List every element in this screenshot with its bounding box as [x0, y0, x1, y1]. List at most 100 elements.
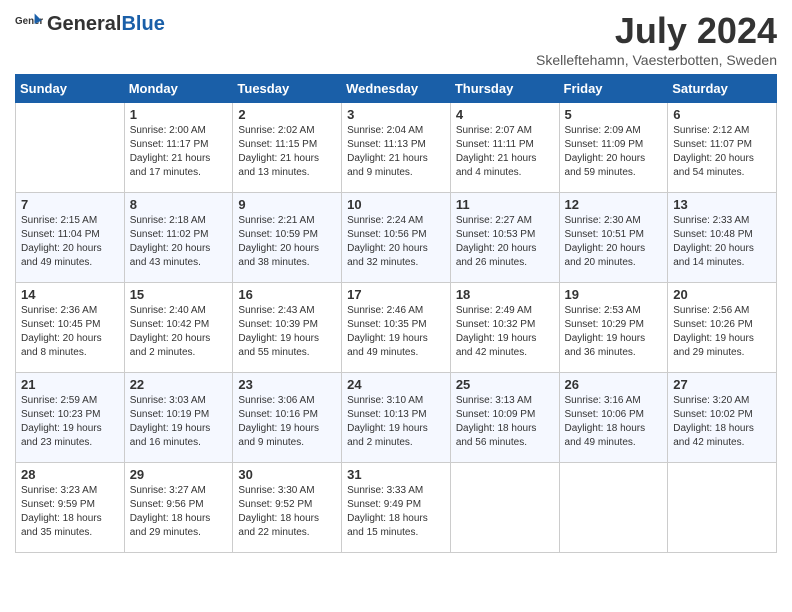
day-info: Sunrise: 2:36 AM Sunset: 10:45 PM Daylig…: [21, 304, 119, 360]
day-number: 18: [456, 287, 554, 302]
day-number: 3: [347, 107, 445, 122]
day-info: Sunrise: 2:07 AM Sunset: 11:11 PM Daylig…: [456, 124, 554, 180]
day-info: Sunrise: 3:27 AM Sunset: 9:56 PM Dayligh…: [130, 484, 228, 540]
day-info: Sunrise: 3:06 AM Sunset: 10:16 PM Daylig…: [238, 394, 336, 450]
table-row: 3 Sunrise: 2:04 AM Sunset: 11:13 PM Dayli…: [342, 103, 451, 193]
day-number: 9: [238, 197, 336, 212]
table-row: 31Sunrise: 3:33 AM Sunset: 9:49 PM Dayli…: [342, 463, 451, 553]
day-number: 23: [238, 377, 336, 392]
day-number: 8: [130, 197, 228, 212]
day-info: Sunrise: 2:56 AM Sunset: 10:26 PM Daylig…: [673, 304, 771, 360]
day-info: Sunrise: 2:33 AM Sunset: 10:48 PM Daylig…: [673, 214, 771, 270]
day-number: 21: [21, 377, 119, 392]
table-row: 5 Sunrise: 2:09 AM Sunset: 11:09 PM Dayli…: [559, 103, 668, 193]
table-row: 17Sunrise: 2:46 AM Sunset: 10:35 PM Dayl…: [342, 283, 451, 373]
table-row: 22 Sunrise: 3:03 AM Sunset: 10:19 PM Dayl…: [124, 373, 233, 463]
day-number: 20: [673, 287, 771, 302]
logo-icon: General: [15, 10, 43, 38]
calendar-table: Sunday Monday Tuesday Wednesday Thursday…: [15, 74, 777, 553]
location-title: Skelleftehamn, Vaesterbotten, Sweden: [536, 52, 777, 68]
table-row: 29 Sunrise: 3:27 AM Sunset: 9:56 PM Dayli…: [124, 463, 233, 553]
day-info: Sunrise: 3:33 AM Sunset: 9:49 PM Dayligh…: [347, 484, 445, 540]
table-row: 24 Sunrise: 3:10 AM Sunset: 10:13 PM Dayl…: [342, 373, 451, 463]
header-friday: Friday: [559, 75, 668, 103]
table-row: 23 Sunrise: 3:06 AM Sunset: 10:16 PM Dayl…: [233, 373, 342, 463]
day-number: 1: [130, 107, 228, 122]
day-info: Sunrise: 3:23 AM Sunset: 9:59 PM Dayligh…: [21, 484, 119, 540]
day-info: Sunrise: 2:30 AM Sunset: 10:51 PM Daylig…: [565, 214, 663, 270]
table-row: [450, 463, 559, 553]
table-row: 28 Sunrise: 3:23 AM Sunset: 9:59 PM Dayli…: [16, 463, 125, 553]
logo-general: General: [47, 13, 121, 35]
day-info: Sunrise: 3:20 AM Sunset: 10:02 PM Daylig…: [673, 394, 771, 450]
day-info: Sunrise: 2:04 AM Sunset: 11:13 PM Daylig…: [347, 124, 445, 180]
day-number: 24: [347, 377, 445, 392]
day-number: 6: [673, 107, 771, 122]
table-row: 27Sunrise: 3:20 AM Sunset: 10:02 PM Dayl…: [668, 373, 777, 463]
table-row: 11Sunrise: 2:27 AM Sunset: 10:53 PM Dayl…: [450, 193, 559, 283]
header-monday: Monday: [124, 75, 233, 103]
day-info: Sunrise: 2:18 AM Sunset: 11:02 PM Daylig…: [130, 214, 228, 270]
logo-blue: Blue: [121, 13, 164, 35]
day-number: 16: [238, 287, 336, 302]
week-row-5: 28 Sunrise: 3:23 AM Sunset: 9:59 PM Dayli…: [16, 463, 777, 553]
table-row: 16Sunrise: 2:43 AM Sunset: 10:39 PM Dayl…: [233, 283, 342, 373]
header-wednesday: Wednesday: [342, 75, 451, 103]
table-row: 1 Sunrise: 2:00 AM Sunset: 11:17 PM Dayli…: [124, 103, 233, 193]
table-row: 14 Sunrise: 2:36 AM Sunset: 10:45 PM Dayl…: [16, 283, 125, 373]
day-number: 5: [565, 107, 663, 122]
day-number: 2: [238, 107, 336, 122]
day-number: 25: [456, 377, 554, 392]
week-row-2: 7Sunrise: 2:15 AM Sunset: 11:04 PM Dayli…: [16, 193, 777, 283]
header-sunday: Sunday: [16, 75, 125, 103]
table-row: [16, 103, 125, 193]
logo: General GeneralBlue: [15, 10, 165, 38]
day-info: Sunrise: 3:13 AM Sunset: 10:09 PM Daylig…: [456, 394, 554, 450]
day-info: Sunrise: 2:12 AM Sunset: 11:07 PM Daylig…: [673, 124, 771, 180]
day-number: 4: [456, 107, 554, 122]
table-row: 18Sunrise: 2:49 AM Sunset: 10:32 PM Dayl…: [450, 283, 559, 373]
day-info: Sunrise: 3:16 AM Sunset: 10:06 PM Daylig…: [565, 394, 663, 450]
day-info: Sunrise: 2:02 AM Sunset: 11:15 PM Daylig…: [238, 124, 336, 180]
day-number: 17: [347, 287, 445, 302]
day-info: Sunrise: 3:30 AM Sunset: 9:52 PM Dayligh…: [238, 484, 336, 540]
day-number: 10: [347, 197, 445, 212]
day-number: 29: [130, 467, 228, 482]
day-number: 14: [21, 287, 119, 302]
table-row: 15 Sunrise: 2:40 AM Sunset: 10:42 PM Dayl…: [124, 283, 233, 373]
day-number: 11: [456, 197, 554, 212]
day-info: Sunrise: 3:03 AM Sunset: 10:19 PM Daylig…: [130, 394, 228, 450]
day-number: 15: [130, 287, 228, 302]
page-header: General GeneralBlue July 2024 Skellefteh…: [15, 10, 777, 68]
day-number: 22: [130, 377, 228, 392]
week-row-4: 21 Sunrise: 2:59 AM Sunset: 10:23 PM Dayl…: [16, 373, 777, 463]
table-row: 6 Sunrise: 2:12 AM Sunset: 11:07 PM Dayli…: [668, 103, 777, 193]
table-row: 7Sunrise: 2:15 AM Sunset: 11:04 PM Dayli…: [16, 193, 125, 283]
table-row: 26 Sunrise: 3:16 AM Sunset: 10:06 PM Dayl…: [559, 373, 668, 463]
week-row-3: 14 Sunrise: 2:36 AM Sunset: 10:45 PM Dayl…: [16, 283, 777, 373]
table-row: 12 Sunrise: 2:30 AM Sunset: 10:51 PM Dayl…: [559, 193, 668, 283]
day-number: 26: [565, 377, 663, 392]
day-info: Sunrise: 2:53 AM Sunset: 10:29 PM Daylig…: [565, 304, 663, 360]
day-info: Sunrise: 2:24 AM Sunset: 10:56 PM Daylig…: [347, 214, 445, 270]
table-row: 13 Sunrise: 2:33 AM Sunset: 10:48 PM Dayl…: [668, 193, 777, 283]
logo-text: GeneralBlue: [47, 13, 165, 36]
table-row: 25 Sunrise: 3:13 AM Sunset: 10:09 PM Dayl…: [450, 373, 559, 463]
day-info: Sunrise: 2:09 AM Sunset: 11:09 PM Daylig…: [565, 124, 663, 180]
day-info: Sunrise: 2:00 AM Sunset: 11:17 PM Daylig…: [130, 124, 228, 180]
day-info: Sunrise: 3:10 AM Sunset: 10:13 PM Daylig…: [347, 394, 445, 450]
header-thursday: Thursday: [450, 75, 559, 103]
day-number: 12: [565, 197, 663, 212]
day-number: 28: [21, 467, 119, 482]
table-row: 9Sunrise: 2:21 AM Sunset: 10:59 PM Dayli…: [233, 193, 342, 283]
day-number: 13: [673, 197, 771, 212]
table-row: 4 Sunrise: 2:07 AM Sunset: 11:11 PM Dayli…: [450, 103, 559, 193]
day-info: Sunrise: 2:40 AM Sunset: 10:42 PM Daylig…: [130, 304, 228, 360]
month-title: July 2024: [536, 10, 777, 52]
header-saturday: Saturday: [668, 75, 777, 103]
table-row: [668, 463, 777, 553]
day-info: Sunrise: 2:59 AM Sunset: 10:23 PM Daylig…: [21, 394, 119, 450]
table-row: [559, 463, 668, 553]
day-info: Sunrise: 2:15 AM Sunset: 11:04 PM Daylig…: [21, 214, 119, 270]
table-row: 8 Sunrise: 2:18 AM Sunset: 11:02 PM Dayli…: [124, 193, 233, 283]
